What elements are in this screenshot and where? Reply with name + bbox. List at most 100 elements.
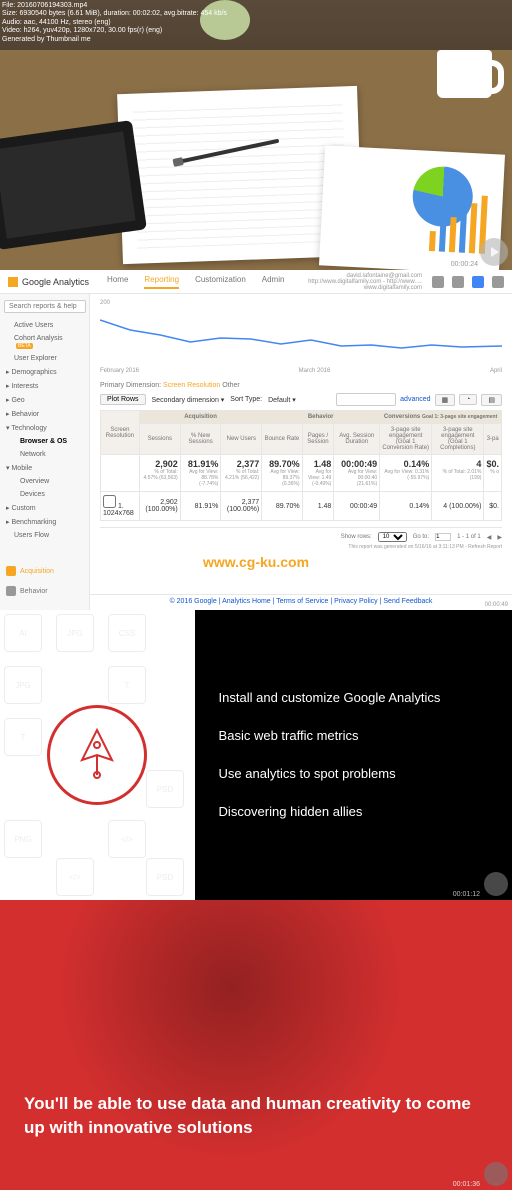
nav-home[interactable]: Home bbox=[107, 275, 128, 289]
dim-other[interactable]: Other bbox=[222, 382, 240, 389]
th-conv-rate[interactable]: 3-page site engagement (Goal 1 Conversio… bbox=[380, 424, 432, 455]
prev-icon[interactable]: ◀ bbox=[487, 534, 492, 541]
tablet-device bbox=[0, 120, 147, 250]
plot-rows-button[interactable]: Plot Rows bbox=[100, 394, 146, 405]
view-pie-icon[interactable]: ◔ bbox=[459, 394, 477, 405]
red-headline: You'll be able to use data and human cre… bbox=[24, 1092, 488, 1140]
goto-input[interactable] bbox=[435, 533, 451, 541]
axis-apr: April bbox=[490, 368, 502, 374]
menu-user-explorer[interactable]: User Explorer bbox=[0, 352, 89, 365]
menu-demographics[interactable]: Demographics bbox=[0, 365, 89, 379]
menu-technology[interactable]: Technology bbox=[0, 421, 89, 435]
dim-val[interactable]: Screen Resolution bbox=[163, 382, 220, 389]
th-conversions: Conversions Goal 1: 3-page site engageme… bbox=[380, 411, 502, 424]
menu-users-flow[interactable]: Users Flow bbox=[0, 529, 89, 542]
bar-chart-graphic bbox=[429, 193, 488, 254]
red-slide-frame: You'll be able to use data and human cre… bbox=[0, 900, 512, 1190]
settings-icon[interactable] bbox=[472, 276, 484, 288]
view-table-icon[interactable]: ▦ bbox=[435, 394, 456, 406]
nav-admin[interactable]: Admin bbox=[262, 275, 285, 289]
menu-benchmarking[interactable]: Benchmarking bbox=[0, 515, 89, 529]
th-sessions[interactable]: Sessions bbox=[139, 424, 180, 455]
report-generated: This report was generated on 5/16/16 at … bbox=[100, 544, 502, 550]
th-bounce[interactable]: Bounce Rate bbox=[262, 424, 302, 455]
ga-search-input[interactable] bbox=[4, 300, 86, 313]
acquisition-icon bbox=[6, 566, 16, 576]
menu-mobile[interactable]: Mobile bbox=[0, 461, 89, 475]
menu-custom[interactable]: Custom bbox=[0, 501, 89, 515]
th-avg[interactable]: Avg. Session Duration bbox=[334, 424, 380, 455]
sidebar-acquisition[interactable]: Acquisition bbox=[0, 562, 90, 580]
chart-sheet bbox=[319, 145, 505, 270]
page-range: 1 - 1 of 1 bbox=[457, 534, 481, 540]
meta-file: File: 20160706194303.mp4 bbox=[2, 2, 227, 10]
menu-behavior[interactable]: Behavior bbox=[0, 407, 89, 421]
axis-feb: February 2016 bbox=[100, 368, 139, 374]
timestamp-hero: 00:00:24 bbox=[451, 261, 478, 268]
primary-dimension: Primary Dimension: Screen Resolution Oth… bbox=[100, 382, 502, 389]
timestamp-red: 00:01:36 bbox=[453, 1181, 480, 1188]
ga-header: Google Analytics Home Reporting Customiz… bbox=[0, 270, 512, 294]
menu-browser-os[interactable]: Browser & OS bbox=[0, 435, 89, 448]
th-pct-new[interactable]: % New Sessions bbox=[180, 424, 221, 455]
row-checkbox[interactable] bbox=[103, 495, 116, 508]
play-badge-icon[interactable] bbox=[484, 872, 508, 896]
coffee-cup-graphic bbox=[437, 50, 492, 98]
bullet-1: Install and customize Google Analytics bbox=[219, 689, 488, 707]
hero-video-frame: File: 20160706194303.mp4 Size: 6930540 b… bbox=[0, 0, 512, 270]
pentool-icon bbox=[47, 705, 147, 805]
sidebar-behavior[interactable]: Behavior bbox=[6, 586, 48, 596]
sort-default[interactable]: Default ▾ bbox=[268, 396, 296, 404]
dim-label: Primary Dimension: bbox=[100, 382, 161, 389]
menu-interests[interactable]: Interests bbox=[0, 379, 89, 393]
ga-header-icons bbox=[432, 276, 504, 288]
footer-text[interactable]: © 2016 Google | Analytics Home | Terms o… bbox=[170, 598, 433, 605]
nav-reporting[interactable]: Reporting bbox=[144, 275, 179, 289]
th-completions[interactable]: 3-page site engagement (Goal 1 Completio… bbox=[432, 424, 484, 455]
menu-overview[interactable]: Overview bbox=[0, 475, 89, 488]
view-bar-icon[interactable]: ▤ bbox=[481, 394, 502, 406]
ga-logo[interactable]: Google Analytics bbox=[8, 277, 89, 287]
th-screen[interactable]: Screen Resolution bbox=[101, 411, 140, 455]
table-controls: Plot Rows Secondary dimension ▾ Sort Typ… bbox=[100, 393, 502, 406]
meta-size: Size: 6930540 bytes (6.61 MiB), duration… bbox=[2, 10, 227, 18]
play-badge-icon[interactable] bbox=[484, 1162, 508, 1186]
account-icon[interactable] bbox=[492, 276, 504, 288]
notification-icon[interactable] bbox=[432, 276, 444, 288]
secondary-dim[interactable]: Secondary dimension ▾ bbox=[152, 396, 225, 404]
play-icon[interactable] bbox=[480, 238, 508, 266]
ga-nav: Home Reporting Customization Admin bbox=[107, 275, 284, 289]
bullet-4: Discovering hidden allies bbox=[219, 803, 488, 821]
table-row[interactable]: 1. 1024x768 2,902 (100.00%) 81.91% 2,377… bbox=[101, 492, 502, 521]
menu-cohort[interactable]: Cohort Analysis BETA bbox=[0, 332, 89, 352]
next-icon[interactable]: ▶ bbox=[497, 534, 502, 541]
behavior-icon bbox=[6, 586, 16, 596]
menu-network[interactable]: Network bbox=[0, 448, 89, 461]
nav-customization[interactable]: Customization bbox=[195, 275, 246, 289]
advanced-link[interactable]: advanced bbox=[400, 396, 430, 403]
menu-icon[interactable] bbox=[452, 276, 464, 288]
slide-right-panel: Install and customize Google Analytics B… bbox=[195, 610, 512, 900]
menu-geo[interactable]: Geo bbox=[0, 393, 89, 407]
red-overlay bbox=[0, 900, 512, 1190]
table-filter-input[interactable] bbox=[336, 393, 396, 406]
menu-active-users[interactable]: Active Users bbox=[0, 319, 89, 332]
summary-row: 2,902% of Total: 4.57% (63,563) 81.91%Av… bbox=[101, 455, 502, 492]
ga-user-info[interactable]: david.lafontaine@gmail.com http://www.di… bbox=[308, 273, 422, 291]
user-site: http://www.digitalfamily.com - http://ww… bbox=[308, 279, 422, 291]
th-new-users[interactable]: New Users bbox=[221, 424, 262, 455]
sort-label: Sort Type: bbox=[230, 396, 262, 403]
rows-select[interactable]: 10 bbox=[378, 532, 407, 542]
menu-devices[interactable]: Devices bbox=[0, 488, 89, 501]
watermark: www.cg-ku.com bbox=[203, 554, 309, 570]
bullet-slide-frame: AI JPG CSS JPG T T PNG </> PSD </> PSD I… bbox=[0, 610, 512, 900]
meta-gen: Generated by Thumbnail me bbox=[2, 36, 227, 44]
goto-label: Go to: bbox=[413, 534, 429, 540]
th-behavior: Behavior bbox=[262, 411, 380, 424]
ga-line-chart[interactable] bbox=[100, 310, 502, 360]
ga-footer: © 2016 Google | Analytics Home | Terms o… bbox=[90, 594, 512, 608]
slide-left-panel: AI JPG CSS JPG T T PNG </> PSD </> PSD bbox=[0, 610, 195, 900]
axis-mar: March 2016 bbox=[299, 368, 331, 374]
th-pages[interactable]: Pages / Session bbox=[302, 424, 334, 455]
th-value[interactable]: 3-pa bbox=[484, 424, 502, 455]
